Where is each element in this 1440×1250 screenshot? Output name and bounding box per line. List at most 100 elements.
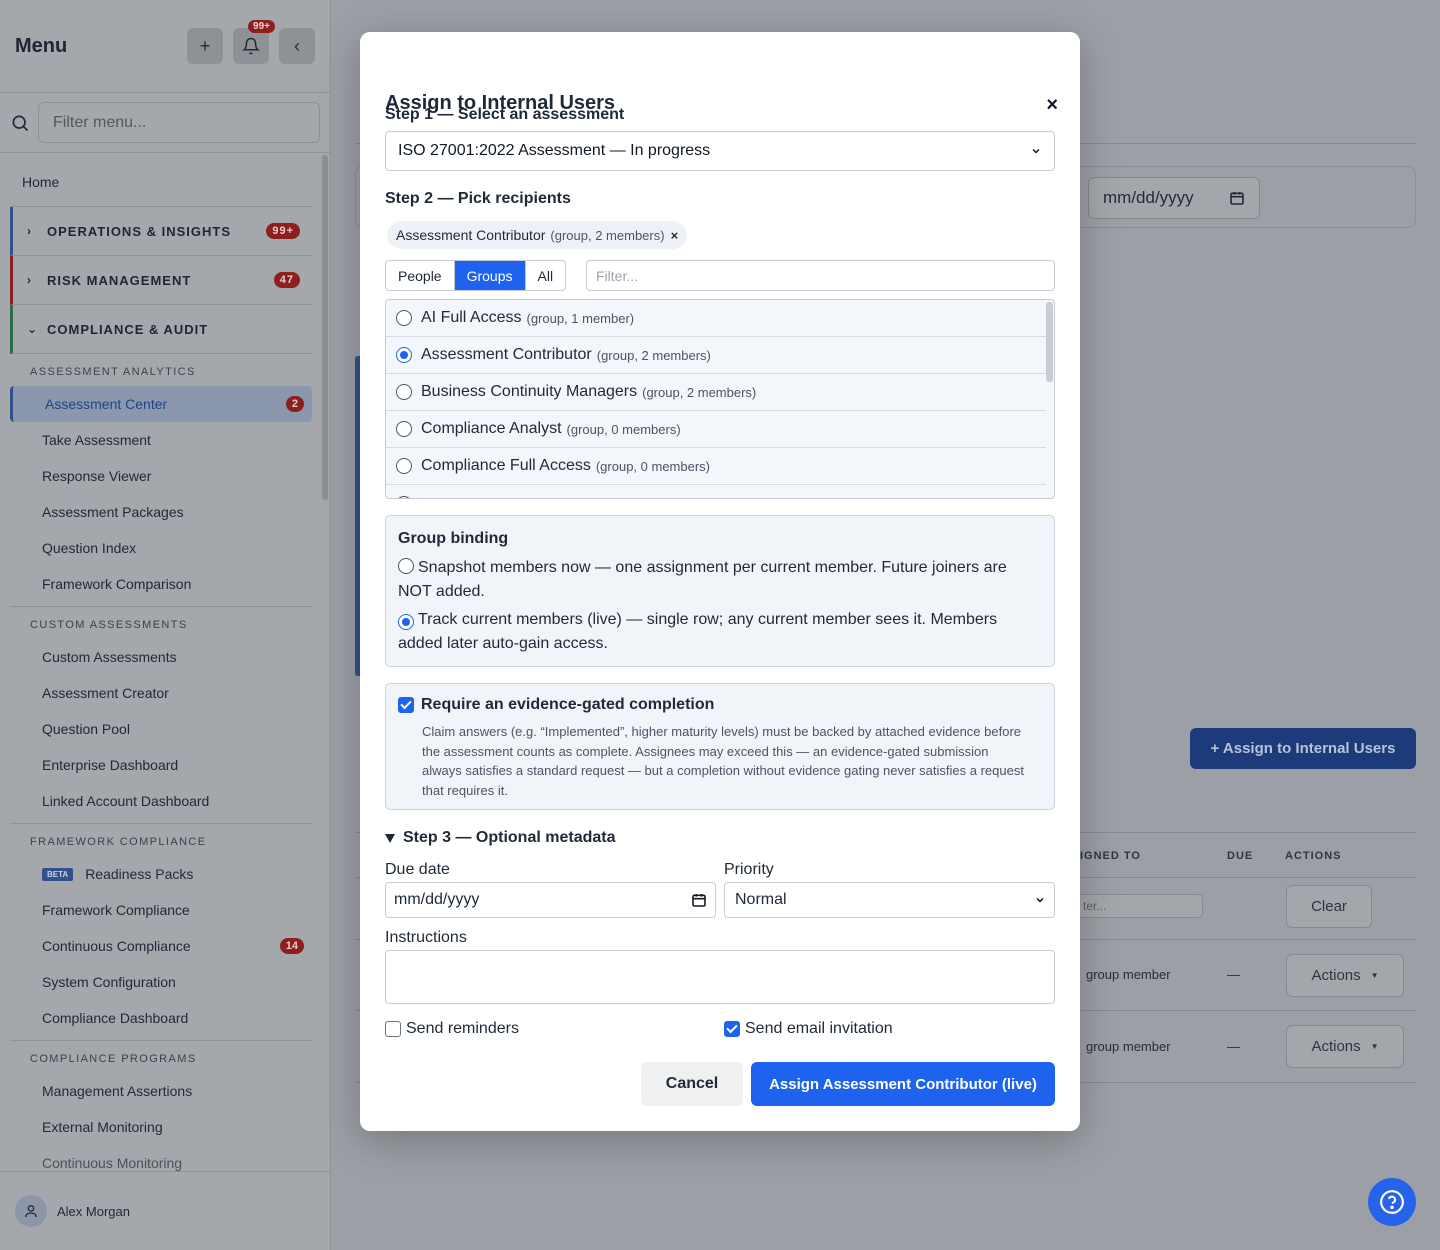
sidebar-item-enterprise-dashboard[interactable]: Enterprise Dashboard — [0, 747, 312, 783]
instructions-textarea[interactable] — [385, 950, 1055, 1004]
list-scrollbar[interactable] — [1046, 302, 1053, 382]
row-assigned: group member — [1086, 967, 1171, 982]
group-custom-assessments: CUSTOM ASSESSMENTS — [30, 619, 188, 631]
step3-toggle[interactable]: Step 3 — Optional metadata — [385, 829, 615, 847]
calendar-icon[interactable] — [691, 892, 707, 908]
send-reminders-option[interactable]: Send reminders — [385, 1020, 519, 1038]
sidebar-item-framework-compliance[interactable]: Framework Compliance — [0, 892, 312, 928]
assigned-filter-input[interactable]: ter... — [1076, 894, 1203, 918]
sidebar-item-readiness-packs[interactable]: BETA Readiness Packs — [0, 856, 312, 892]
sidebar-item-framework-comparison[interactable]: Framework Comparison — [0, 566, 312, 602]
search-icon — [12, 115, 29, 131]
sidebar-item-system-configuration[interactable]: System Configuration — [0, 964, 312, 1000]
sidebar-item-assessment-center[interactable]: Assessment Center 2 — [10, 386, 312, 422]
radio-button[interactable] — [396, 421, 412, 437]
remove-chip-icon[interactable]: × — [671, 228, 679, 243]
send-email-checkbox[interactable] — [724, 1021, 740, 1037]
help-button[interactable] — [1368, 1178, 1416, 1226]
snapshot-option[interactable]: Snapshot members now — one assignment pe… — [398, 556, 1042, 604]
radio-button[interactable] — [396, 347, 412, 363]
recipient-option[interactable]: Assessment Contributor (group, 2 members… — [386, 337, 1046, 374]
recipient-filter-input[interactable]: Filter... — [586, 260, 1055, 291]
recipient-option-partial[interactable] — [386, 485, 1046, 498]
assign-internal-users-button[interactable]: + Assign to Internal Users — [1190, 728, 1416, 769]
evidence-title: Require an evidence-gated completion — [421, 696, 715, 713]
close-icon[interactable]: × — [1046, 94, 1058, 117]
group-binding-title: Group binding — [398, 530, 509, 547]
row-actions-button[interactable]: Actions ▼ — [1286, 954, 1404, 997]
sidebar-item-assessment-creator[interactable]: Assessment Creator — [0, 675, 312, 711]
priority-label: Priority — [724, 861, 774, 878]
section-risk-management[interactable]: › RISK MANAGEMENT 47 — [10, 256, 312, 305]
cancel-button[interactable]: Cancel — [641, 1062, 743, 1106]
section-label: RISK MANAGEMENT — [47, 272, 192, 288]
item-badge: 2 — [285, 396, 304, 412]
evidence-option[interactable]: Require an evidence-gated completion — [398, 696, 714, 714]
sidebar-item-label: Framework Comparison — [42, 576, 192, 592]
assign-submit-button[interactable]: Assign Assessment Contributor (live) — [751, 1062, 1055, 1106]
evidence-checkbox[interactable] — [398, 697, 414, 713]
sidebar-item-custom-assessments[interactable]: Custom Assessments — [0, 639, 312, 675]
row-due: — — [1227, 1039, 1240, 1054]
section-compliance-audit[interactable]: ⌄ COMPLIANCE & AUDIT — [10, 305, 312, 354]
row-due: — — [1227, 967, 1240, 982]
assessment-select[interactable]: ISO 27001:2022 Assessment — In progress — [385, 131, 1055, 171]
recipient-list: AI Full Access (group, 1 member) Assessm… — [385, 299, 1055, 499]
clear-button[interactable]: Clear — [1286, 885, 1372, 928]
sidebar-item-label: Continuous Compliance — [42, 938, 191, 954]
sidebar-item-external-monitoring[interactable]: External Monitoring — [0, 1109, 312, 1145]
radio-button[interactable] — [396, 458, 412, 474]
chevron-down-icon: ⌄ — [27, 322, 39, 336]
sidebar-scrollbar[interactable] — [322, 155, 328, 500]
tab-people[interactable]: People — [386, 261, 455, 290]
radio-button[interactable] — [398, 614, 414, 630]
filter-menu-input[interactable] — [38, 102, 320, 143]
collapse-sidebar-button[interactable]: ‹ — [279, 28, 315, 64]
row-actions-button[interactable]: Actions ▼ — [1286, 1025, 1404, 1068]
date-filter-input[interactable]: mm/dd/yyyy — [1088, 177, 1260, 219]
add-button[interactable]: + — [187, 28, 223, 64]
notifications-button[interactable]: 99+ — [233, 20, 275, 64]
sidebar-item-management-assertions[interactable]: Management Assertions — [0, 1073, 312, 1109]
section-badge: 99+ — [266, 223, 300, 239]
column-header-due[interactable]: DUE — [1227, 850, 1253, 862]
recipient-option[interactable]: AI Full Access (group, 1 member) — [386, 300, 1046, 337]
send-email-option[interactable]: Send email invitation — [724, 1020, 893, 1038]
sidebar-item-continuous-compliance[interactable]: Continuous Compliance 14 — [0, 928, 312, 964]
section-operations-insights[interactable]: › OPERATIONS & INSIGHTS 99+ — [10, 207, 312, 256]
recipient-meta: (group, 1 member) — [526, 310, 635, 326]
user-footer[interactable]: Alex Morgan — [0, 1171, 330, 1250]
snapshot-label: Snapshot members now — one assignment pe… — [398, 559, 1007, 600]
sidebar-nav: Home › OPERATIONS & INSIGHTS 99+ › RISK … — [0, 154, 312, 1181]
due-date-input[interactable]: mm/dd/yyyy — [385, 882, 716, 918]
recipient-option[interactable]: Compliance Analyst (group, 0 members) — [386, 411, 1046, 448]
track-live-option[interactable]: Track current members (live) — single ro… — [398, 608, 1042, 656]
send-reminders-checkbox[interactable] — [385, 1021, 401, 1037]
radio-button[interactable] — [396, 384, 412, 400]
radio-button[interactable] — [398, 558, 414, 574]
sidebar-item-take-assessment[interactable]: Take Assessment — [0, 422, 312, 458]
group-assessment-analytics: ASSESSMENT ANALYTICS — [30, 366, 196, 378]
sidebar-item-question-index[interactable]: Question Index — [0, 530, 312, 566]
sidebar-item-linked-account-dashboard[interactable]: Linked Account Dashboard — [0, 783, 312, 819]
date-placeholder: mm/dd/yyyy — [1103, 188, 1194, 207]
tab-groups[interactable]: Groups — [454, 261, 526, 290]
recipient-option[interactable]: Business Continuity Managers (group, 2 m… — [386, 374, 1046, 411]
radio-button[interactable] — [396, 310, 412, 326]
recipient-name: Compliance Full Access — [421, 457, 591, 474]
radio-button[interactable] — [396, 495, 412, 498]
sidebar-item-home[interactable]: Home — [10, 154, 312, 207]
sidebar-item-assessment-packages[interactable]: Assessment Packages — [0, 494, 312, 530]
sidebar-item-question-pool[interactable]: Question Pool — [0, 711, 312, 747]
step3-label: Step 3 — Optional metadata — [403, 829, 616, 846]
sidebar-item-label: System Configuration — [42, 974, 176, 990]
sidebar-item-response-viewer[interactable]: Response Viewer — [0, 458, 312, 494]
recipient-option[interactable]: Compliance Full Access (group, 0 members… — [386, 448, 1046, 485]
priority-select[interactable]: Normal — [724, 882, 1055, 918]
sidebar-item-compliance-dashboard[interactable]: Compliance Dashboard — [0, 1000, 312, 1036]
recipient-name: Business Continuity Managers — [421, 383, 638, 400]
due-date-placeholder: mm/dd/yyyy — [394, 891, 480, 908]
column-header-assigned-to[interactable]: IGNED TO — [1080, 850, 1141, 862]
tab-all[interactable]: All — [526, 261, 566, 290]
section-badge: 47 — [273, 272, 300, 288]
